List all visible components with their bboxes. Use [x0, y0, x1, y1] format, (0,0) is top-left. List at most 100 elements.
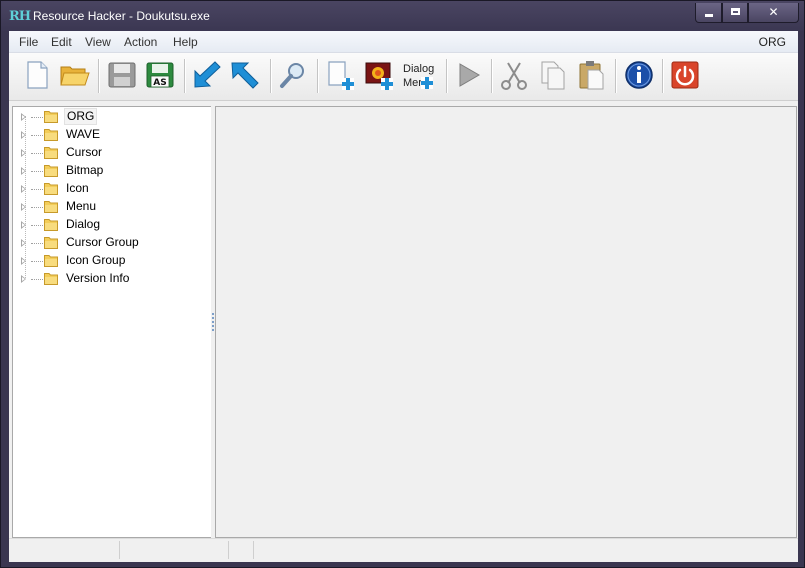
power-icon: [671, 61, 699, 89]
compile-button[interactable]: [191, 59, 223, 91]
folder-icon: [44, 165, 58, 177]
save-button[interactable]: [106, 59, 138, 91]
tree-item-label[interactable]: Cursor: [64, 145, 104, 160]
menu-action[interactable]: Action: [124, 35, 157, 49]
about-button[interactable]: [623, 59, 655, 91]
tree-item-label[interactable]: Menu: [64, 199, 98, 214]
expand-arrow-icon[interactable]: [21, 167, 26, 175]
tree-item-label[interactable]: Icon: [64, 181, 91, 196]
tree-item-label[interactable]: Bitmap: [64, 163, 105, 178]
title-bar[interactable]: RH Resource Hacker - Doukutsu.exe ✕: [1, 1, 804, 31]
expand-arrow-icon[interactable]: [21, 131, 26, 139]
save-icon: [108, 62, 136, 88]
open-folder-icon: [60, 66, 90, 86]
status-cell: [9, 541, 120, 559]
menu-file[interactable]: File: [19, 35, 38, 49]
tree-connector: [31, 153, 43, 154]
expand-arrow-icon[interactable]: [21, 257, 26, 265]
dialog-merger-label-bottom: Mer: [403, 77, 422, 89]
expand-arrow-icon[interactable]: [21, 113, 26, 121]
app-window: RH Resource Hacker - Doukutsu.exe ✕ File…: [0, 0, 805, 568]
menu-help[interactable]: Help: [173, 35, 198, 49]
run-script-button[interactable]: [452, 59, 484, 91]
save-as-button[interactable]: AS: [144, 59, 176, 91]
expand-arrow-icon[interactable]: [21, 239, 26, 247]
exit-button[interactable]: [669, 59, 701, 91]
play-icon: [459, 63, 480, 87]
tree-connector: [31, 207, 43, 208]
new-file-button[interactable]: [21, 59, 53, 91]
tree-item[interactable]: Cursor: [13, 144, 203, 162]
toolbar-separator: [491, 59, 493, 93]
expand-arrow-icon[interactable]: [21, 221, 26, 229]
tree-item[interactable]: Bitmap: [13, 162, 203, 180]
copy-icon: [541, 61, 565, 90]
close-button[interactable]: ✕: [748, 3, 799, 23]
tree-item-label[interactable]: ORG: [64, 108, 98, 125]
status-cell: [120, 541, 229, 559]
tree-connector: [31, 279, 43, 280]
resource-editor-pane[interactable]: [215, 106, 797, 538]
tree-item-label[interactable]: Version Info: [64, 271, 131, 286]
paste-button[interactable]: [575, 59, 607, 91]
folder-icon: [44, 111, 58, 123]
tree-item[interactable]: Icon: [13, 180, 203, 198]
toolbar-separator: [98, 59, 100, 93]
add-blank-resource-icon: [328, 61, 354, 90]
expand-arrow-icon[interactable]: [21, 275, 26, 283]
tree-item-label[interactable]: WAVE: [64, 127, 102, 142]
dialog-merger-icon: Dialog Mer: [403, 63, 434, 89]
current-resource-label: ORG: [758, 35, 786, 49]
tree-item[interactable]: Version Info: [13, 270, 203, 288]
cut-button[interactable]: [498, 59, 530, 91]
tree-connector: [31, 171, 43, 172]
tree-item-label[interactable]: Cursor Group: [64, 235, 141, 250]
status-cell: [229, 541, 254, 559]
show-dialog-button[interactable]: [229, 59, 261, 91]
add-image-resource-button[interactable]: [364, 59, 396, 91]
tree-item[interactable]: Icon Group: [13, 252, 203, 270]
minimize-button[interactable]: [695, 3, 722, 23]
toolbar-separator: [270, 59, 272, 93]
tree-item-label[interactable]: Dialog: [64, 217, 102, 232]
toolbar-separator: [446, 59, 448, 93]
folder-icon: [44, 129, 58, 141]
expand-arrow-icon[interactable]: [21, 149, 26, 157]
new-file-icon: [27, 61, 48, 89]
client-area: File Edit View Action Help ORG AS Dialog…: [9, 31, 798, 562]
maximize-icon: [731, 8, 740, 15]
folder-icon: [44, 147, 58, 159]
folder-icon: [44, 201, 58, 213]
splitter-grip[interactable]: [212, 313, 214, 331]
open-file-button[interactable]: [59, 59, 91, 91]
folder-icon: [44, 237, 58, 249]
toolbar: AS Dialog Mer: [9, 53, 798, 101]
expand-arrow-icon[interactable]: [21, 185, 26, 193]
menu-edit[interactable]: Edit: [51, 35, 72, 49]
resource-tree[interactable]: ORG WAVE Cursor Bitmap Icon Menu Dialog Cursor …: [12, 106, 212, 538]
add-image-resource-icon: [365, 62, 393, 90]
folder-icon: [44, 273, 58, 285]
copy-button[interactable]: [537, 59, 569, 91]
add-blank-resource-button[interactable]: [325, 59, 357, 91]
dialog-merger-button[interactable]: Dialog Mer: [403, 59, 437, 91]
tree-item[interactable]: Dialog: [13, 216, 203, 234]
tree-item[interactable]: Menu: [13, 198, 203, 216]
tree-item[interactable]: Cursor Group: [13, 234, 203, 252]
tree-connector: [31, 225, 43, 226]
minimize-icon: [705, 14, 713, 17]
magnifier-icon: [280, 63, 304, 88]
app-logo-icon: RH: [9, 9, 31, 24]
find-button[interactable]: [277, 59, 309, 91]
tree-item[interactable]: WAVE: [13, 126, 203, 144]
expand-arrow-icon[interactable]: [21, 203, 26, 211]
maximize-button[interactable]: [722, 3, 748, 23]
arrow-up-right-icon: [231, 62, 259, 89]
menu-view[interactable]: View: [85, 35, 111, 49]
menu-bar: File Edit View Action Help ORG: [9, 31, 798, 53]
dialog-merger-label-top: Dialog: [403, 63, 434, 75]
toolbar-separator: [662, 59, 664, 93]
tree-item-label[interactable]: Icon Group: [64, 253, 127, 268]
save-as-icon: AS: [146, 62, 174, 88]
tree-item[interactable]: ORG: [13, 108, 203, 126]
